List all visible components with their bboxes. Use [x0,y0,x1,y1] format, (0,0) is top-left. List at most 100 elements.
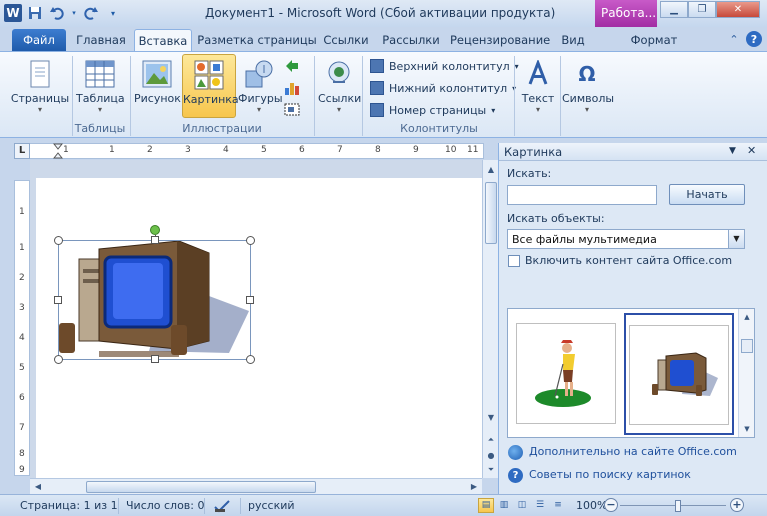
redo-icon[interactable] [82,4,100,22]
smartart-icon[interactable] [284,58,300,74]
zoom-slider-track[interactable] [620,505,726,506]
links-button[interactable]: Ссылки ▾ [318,54,361,118]
include-office-checkbox[interactable] [508,255,520,267]
resize-handle-bottom-left[interactable] [54,355,63,364]
resize-handle-top[interactable] [151,236,159,244]
result-item[interactable] [516,323,616,424]
shapes-button[interactable]: Фигуры ▾ [238,54,283,118]
save-icon[interactable] [26,4,44,22]
pane-close-icon[interactable]: ✕ [747,144,756,157]
tab-insert[interactable]: Вставка [134,29,192,51]
chart-icon[interactable] [284,80,300,96]
screenshot-icon[interactable] [284,102,300,118]
ruler-number: 3 [19,303,25,313]
page-number-button[interactable]: Номер страницы ▾ [370,100,495,120]
page-count[interactable]: Страница: 1 из 1 [20,499,118,512]
ruler-number: 11 [467,145,479,155]
results-scrollbar[interactable]: ▲ ▼ [738,309,754,437]
vertical-ruler[interactable]: 1 1 2 3 4 5 6 7 8 9 [14,180,30,476]
rotate-handle[interactable] [150,225,160,235]
full-screen-reading-view-icon[interactable]: ▥ [496,498,512,513]
next-page-icon[interactable]: ⏷ [483,462,499,478]
vertical-scroll-thumb[interactable] [485,182,497,244]
search-label: Искать: [507,167,552,180]
outline-view-icon[interactable]: ☰ [532,498,548,513]
resize-handle-bottom[interactable] [151,355,159,363]
table-button[interactable]: Таблица ▾ [76,54,125,118]
zoom-in-button[interactable]: + [730,498,744,512]
tab-selector-icon[interactable]: L [14,143,30,159]
zoom-out-button[interactable]: − [604,498,618,512]
document-area[interactable] [30,160,482,478]
header-label: Верхний колонтитул [389,59,510,73]
search-input[interactable] [507,185,657,205]
pages-button[interactable]: Страницы ▾ [10,54,70,118]
scroll-up-icon[interactable]: ▲ [483,162,499,178]
scroll-down-icon[interactable]: ▼ [483,410,499,426]
proofing-icon[interactable] [214,499,230,516]
media-type-value: Все файлы мультимедиа [512,233,657,246]
minimize-ribbon-icon[interactable]: ⌃ [726,31,742,47]
undo-icon[interactable] [48,4,66,22]
indent-marker-icon[interactable] [53,143,63,159]
tab-view[interactable]: Вид [556,29,590,51]
quick-access-toolbar: W ▾ ▾ [4,4,122,22]
minimize-button[interactable]: ▁ [660,1,688,18]
go-button[interactable]: Начать [669,184,745,205]
word-count[interactable]: Число слов: 0 [126,499,205,512]
resize-handle-bottom-right[interactable] [246,355,255,364]
tab-mailings[interactable]: Рассылки [378,29,444,51]
resize-handle-left[interactable] [54,296,62,304]
print-layout-view-icon[interactable]: ▤ [478,498,494,513]
customize-qat-icon[interactable]: ▾ [104,4,122,22]
search-tips-link[interactable]: Советы по поиску картинок [529,468,691,481]
tab-format[interactable]: Формат [618,29,690,51]
result-item-selected[interactable] [624,313,734,435]
header-button[interactable]: Верхний колонтитул ▾ [370,56,519,76]
picture-button[interactable]: Рисунок [134,54,181,118]
horizontal-ruler[interactable]: 1 1 2 3 4 5 6 7 8 9 10 11 [14,143,484,159]
ruler-number: 9 [19,465,25,475]
scroll-left-icon[interactable]: ◀ [30,479,46,495]
tab-file[interactable]: Файл [12,29,66,51]
tab-review[interactable]: Рецензирование [450,29,550,51]
tab-page-layout[interactable]: Разметка страницы [196,29,318,51]
close-button[interactable]: ✕ [716,1,760,18]
results-grid[interactable]: ▲ ▼ [507,308,755,438]
media-type-select[interactable]: Все файлы мультимедиа ▼ [507,229,745,249]
pane-options-icon[interactable]: ▼ [729,146,736,156]
horizontal-scroll-thumb[interactable] [86,481,316,493]
footer-button[interactable]: Нижний колонтитул ▾ [370,78,516,98]
previous-page-icon[interactable]: ⏶ [483,432,499,448]
vertical-scrollbar[interactable]: ▲ ▼ ⏶ ● ⏷ [482,160,498,478]
resize-handle-right[interactable] [246,296,254,304]
restore-button[interactable]: ❐ [688,1,716,18]
selected-picture[interactable] [54,236,255,364]
tab-references[interactable]: Ссылки [320,29,372,51]
ruler-number: 6 [19,393,25,403]
symbols-button[interactable]: Ω Символы ▾ [562,54,614,118]
zoom-level[interactable]: 100% [576,499,607,512]
resize-handle-top-left[interactable] [54,236,63,245]
chevron-down-icon[interactable]: ▼ [728,230,744,248]
text-button[interactable]: Текст ▾ [518,54,558,118]
word-logo-icon[interactable]: W [4,4,22,22]
web-layout-view-icon[interactable]: ◫ [514,498,530,513]
ruler-number: 3 [185,145,191,155]
scroll-up-icon[interactable]: ▲ [739,309,755,325]
group-separator [560,56,561,136]
clipart-button[interactable]: Картинка [182,54,239,118]
undo-dropdown-icon[interactable]: ▾ [70,4,78,22]
tab-home[interactable]: Главная [72,29,130,51]
horizontal-scrollbar[interactable]: ◀ ▶ [30,478,482,494]
scroll-right-icon[interactable]: ▶ [466,479,482,495]
scroll-down-icon[interactable]: ▼ [739,421,755,437]
draft-view-icon[interactable]: ≡ [550,498,566,513]
help-icon[interactable]: ? [746,31,762,47]
group-label-illustrations: Иллюстрации [182,122,262,135]
resize-handle-top-right[interactable] [246,236,255,245]
zoom-slider-thumb[interactable] [675,500,681,512]
more-on-office-link[interactable]: Дополнительно на сайте Office.com [529,445,737,458]
language[interactable]: русский [248,499,295,512]
results-scroll-thumb[interactable] [741,339,753,353]
